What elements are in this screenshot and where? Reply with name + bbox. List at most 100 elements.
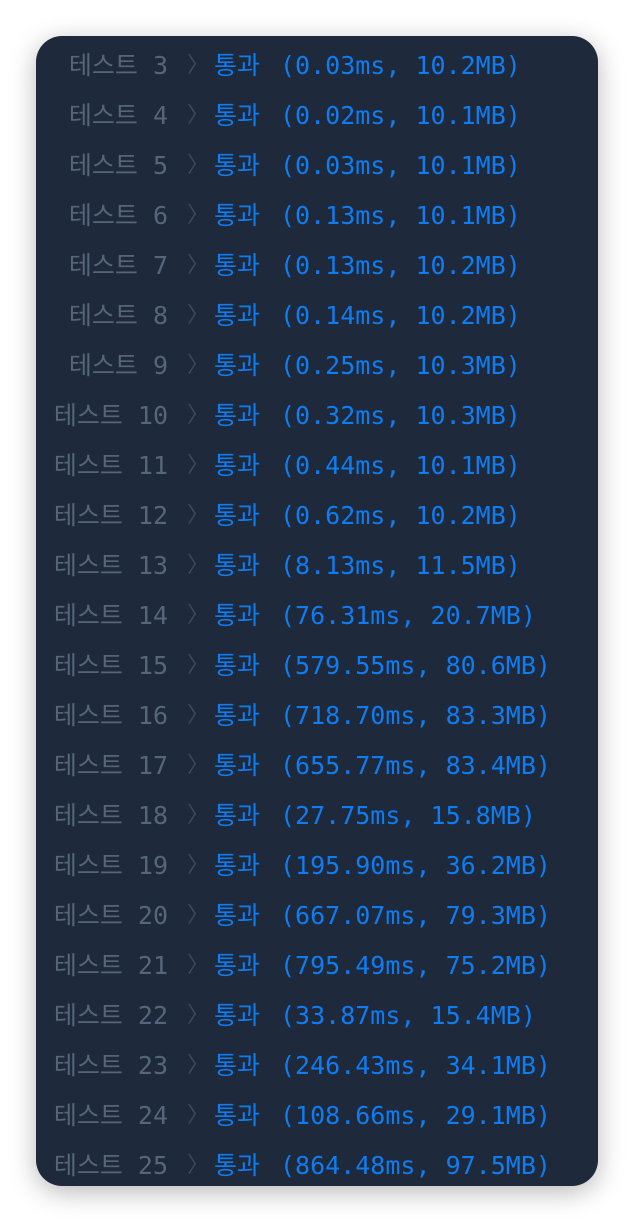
- test-label: 테스트 18: [53, 801, 168, 830]
- test-result: (195.90ms, 36.2MB): [280, 851, 551, 880]
- test-row: 테스트 22 〉 통과 (33.87ms, 15.4MB): [36, 991, 598, 1041]
- test-result: (0.03ms, 10.1MB): [280, 151, 521, 180]
- test-row: 테스트 4 〉 통과 (0.02ms, 10.1MB): [36, 91, 598, 141]
- test-label: 테스트 14: [53, 601, 168, 630]
- chevron-right-icon: 〉: [187, 353, 210, 378]
- chevron-right-icon: 〉: [187, 503, 210, 528]
- chevron-right-icon: 〉: [187, 303, 210, 328]
- test-label: 테스트 10: [53, 401, 168, 430]
- chevron-right-icon: 〉: [187, 803, 210, 828]
- test-row: 테스트 14 〉 통과 (76.31ms, 20.7MB): [36, 591, 598, 641]
- chevron-right-icon: 〉: [187, 703, 210, 728]
- test-status: 통과: [214, 1001, 261, 1030]
- test-label: 테스트 12: [53, 501, 168, 530]
- chevron-right-icon: 〉: [187, 953, 210, 978]
- test-result: (0.03ms, 10.2MB): [280, 51, 521, 80]
- chevron-right-icon: 〉: [187, 1153, 210, 1178]
- test-row: 테스트 15 〉 통과 (579.55ms, 80.6MB): [36, 641, 598, 691]
- test-result: (0.32ms, 10.3MB): [280, 401, 521, 430]
- test-label: 테스트 8: [68, 301, 168, 330]
- test-result: (0.62ms, 10.2MB): [280, 501, 521, 530]
- chevron-right-icon: 〉: [187, 603, 210, 628]
- test-label: 테스트 19: [53, 851, 168, 880]
- test-status: 통과: [214, 551, 261, 580]
- chevron-right-icon: 〉: [187, 1103, 210, 1128]
- test-result: (0.14ms, 10.2MB): [280, 301, 521, 330]
- test-result: (27.75ms, 15.8MB): [280, 801, 536, 830]
- test-label: 테스트 25: [53, 1151, 168, 1180]
- test-row: 테스트 19 〉 통과 (195.90ms, 36.2MB): [36, 841, 598, 891]
- chevron-right-icon: 〉: [187, 153, 210, 178]
- test-result: (0.13ms, 10.2MB): [280, 251, 521, 280]
- test-result: (667.07ms, 79.3MB): [280, 901, 551, 930]
- test-status: 통과: [214, 851, 261, 880]
- test-results-panel: 테스트 3 〉 통과 (0.03ms, 10.2MB) 테스트 4 〉 통과 (…: [36, 36, 598, 1186]
- test-label: 테스트 22: [53, 1001, 168, 1030]
- chevron-right-icon: 〉: [187, 553, 210, 578]
- test-status: 통과: [214, 201, 261, 230]
- test-result: (246.43ms, 34.1MB): [280, 1051, 551, 1080]
- test-status: 통과: [214, 301, 261, 330]
- test-result: (108.66ms, 29.1MB): [280, 1101, 551, 1130]
- test-status: 통과: [214, 451, 261, 480]
- test-result: (0.44ms, 10.1MB): [280, 451, 521, 480]
- test-label: 테스트 5: [68, 151, 168, 180]
- test-label: 테스트 9: [68, 351, 168, 380]
- test-status: 통과: [214, 601, 261, 630]
- chevron-right-icon: 〉: [187, 453, 210, 478]
- test-status: 통과: [214, 251, 261, 280]
- test-row: 테스트 8 〉 통과 (0.14ms, 10.2MB): [36, 291, 598, 341]
- test-row: 테스트 13 〉 통과 (8.13ms, 11.5MB): [36, 541, 598, 591]
- test-status: 통과: [214, 751, 261, 780]
- test-label: 테스트 24: [53, 1101, 168, 1130]
- test-row: 테스트 7 〉 통과 (0.13ms, 10.2MB): [36, 241, 598, 291]
- chevron-right-icon: 〉: [187, 403, 210, 428]
- test-status: 통과: [214, 1051, 261, 1080]
- chevron-right-icon: 〉: [187, 853, 210, 878]
- test-status: 통과: [214, 951, 261, 980]
- chevron-right-icon: 〉: [187, 1053, 210, 1078]
- chevron-right-icon: 〉: [187, 653, 210, 678]
- test-status: 통과: [214, 1101, 261, 1130]
- test-label: 테스트 17: [53, 751, 168, 780]
- test-row: 테스트 11 〉 통과 (0.44ms, 10.1MB): [36, 441, 598, 491]
- test-label: 테스트 7: [68, 251, 168, 280]
- test-row: 테스트 17 〉 통과 (655.77ms, 83.4MB): [36, 741, 598, 791]
- test-status: 통과: [214, 501, 261, 530]
- test-result: (33.87ms, 15.4MB): [280, 1001, 536, 1030]
- test-status: 통과: [214, 701, 261, 730]
- chevron-right-icon: 〉: [187, 253, 210, 278]
- test-row: 테스트 12 〉 통과 (0.62ms, 10.2MB): [36, 491, 598, 541]
- test-row: 테스트 9 〉 통과 (0.25ms, 10.3MB): [36, 341, 598, 391]
- test-result: (718.70ms, 83.3MB): [280, 701, 551, 730]
- test-result: (864.48ms, 97.5MB): [280, 1151, 551, 1180]
- test-row: 테스트 24 〉 통과 (108.66ms, 29.1MB): [36, 1091, 598, 1141]
- chevron-right-icon: 〉: [187, 203, 210, 228]
- chevron-right-icon: 〉: [187, 53, 210, 78]
- test-label: 테스트 3: [68, 51, 168, 80]
- test-status: 통과: [214, 801, 261, 830]
- test-result: (0.25ms, 10.3MB): [280, 351, 521, 380]
- test-label: 테스트 16: [53, 701, 168, 730]
- test-status: 통과: [214, 651, 261, 680]
- test-row: 테스트 20 〉 통과 (667.07ms, 79.3MB): [36, 891, 598, 941]
- chevron-right-icon: 〉: [187, 753, 210, 778]
- test-row: 테스트 16 〉 통과 (718.70ms, 83.3MB): [36, 691, 598, 741]
- test-results-list: 테스트 3 〉 통과 (0.03ms, 10.2MB) 테스트 4 〉 통과 (…: [36, 41, 598, 1186]
- test-label: 테스트 13: [53, 551, 168, 580]
- test-result: (76.31ms, 20.7MB): [280, 601, 536, 630]
- chevron-right-icon: 〉: [187, 903, 210, 928]
- test-result: (579.55ms, 80.6MB): [280, 651, 551, 680]
- chevron-right-icon: 〉: [187, 103, 210, 128]
- test-row: 테스트 18 〉 통과 (27.75ms, 15.8MB): [36, 791, 598, 841]
- test-result: (0.13ms, 10.1MB): [280, 201, 521, 230]
- test-status: 통과: [214, 901, 261, 930]
- test-row: 테스트 21 〉 통과 (795.49ms, 75.2MB): [36, 941, 598, 991]
- test-result: (8.13ms, 11.5MB): [280, 551, 521, 580]
- test-label: 테스트 15: [53, 651, 168, 680]
- chevron-right-icon: 〉: [187, 1003, 210, 1028]
- test-row: 테스트 25 〉 통과 (864.48ms, 97.5MB): [36, 1141, 598, 1186]
- test-result: (795.49ms, 75.2MB): [280, 951, 551, 980]
- test-status: 통과: [214, 51, 261, 80]
- test-result: (655.77ms, 83.4MB): [280, 751, 551, 780]
